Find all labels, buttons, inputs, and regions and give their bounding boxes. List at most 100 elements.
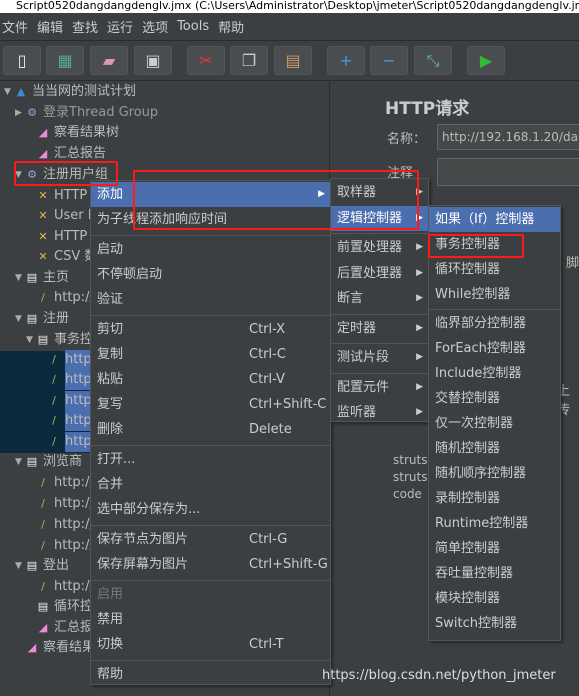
menu-item-label: Include控制器 — [435, 366, 522, 381]
tree-node[interactable]: / http:// — [26, 494, 94, 514]
menu-item[interactable]: 监听器 ▶ — [331, 400, 428, 426]
tree-node[interactable]: / http:// — [26, 473, 94, 493]
menu-item[interactable]: Runtime控制器 — [429, 511, 560, 536]
tree-node[interactable]: / http:// — [26, 515, 94, 535]
tree-node[interactable]: ▼ ▤ 事务控 — [26, 330, 93, 350]
menu-item[interactable]: 仅一次控制器 — [429, 411, 560, 436]
save-button[interactable]: ▣ — [134, 46, 172, 75]
tree-node[interactable]: ◢ 察看结果 — [15, 638, 95, 658]
menu-item[interactable]: 启动 — [91, 237, 330, 262]
menu-item[interactable]: 前置处理器 ▶ — [331, 235, 428, 261]
tree-node[interactable]: ▼ ▤ 主页 — [15, 268, 69, 288]
tree-node[interactable]: / http: — [37, 350, 97, 370]
tree-node[interactable]: / http:// — [26, 288, 94, 308]
tree-node[interactable]: ▤ 循环控 — [26, 597, 93, 617]
menu-2[interactable]: 查找 — [72, 17, 98, 36]
tree-node[interactable]: / http: — [37, 391, 97, 411]
templates-button[interactable]: ▦ — [46, 46, 84, 75]
tree-node[interactable]: / http: — [37, 411, 97, 431]
menu-item[interactable]: 如果（If）控制器 — [429, 207, 560, 232]
tree-node[interactable]: / http:// — [26, 577, 94, 597]
menu-item[interactable]: 临界部分控制器 — [429, 311, 560, 336]
copy-button[interactable]: ❐ — [230, 46, 268, 75]
start-icon: ▶ — [479, 51, 493, 70]
menu-4[interactable]: 选项 — [142, 17, 168, 36]
menu-item[interactable]: 断言 ▶ — [331, 286, 428, 312]
menu-item[interactable]: ForEach控制器 — [429, 336, 560, 361]
menu-separator — [331, 372, 428, 374]
controller-icon: ▤ — [26, 312, 38, 325]
tree-node[interactable]: ◢ 汇总报 — [26, 618, 93, 638]
tree-node[interactable]: / http: — [37, 432, 97, 452]
menu-item[interactable]: 定时器 ▶ — [331, 316, 428, 342]
menu-item[interactable]: 复制 Ctrl-C — [91, 342, 330, 367]
menu-item[interactable]: 保存节点为图片 Ctrl-G — [91, 527, 330, 552]
menu-item[interactable]: 粘贴 Ctrl-V — [91, 367, 330, 392]
menu-item-label: 剪切 — [97, 322, 124, 337]
menu-item[interactable]: 模块控制器 — [429, 586, 560, 611]
tree-node[interactable]: ▶ ⚙ 登录Thread Group — [15, 103, 158, 123]
tree-node[interactable]: ✕ HTTP — [26, 186, 87, 206]
tree-node[interactable]: ▼ ▤ 浏览商 — [15, 452, 82, 472]
open-button[interactable]: ▰ — [90, 46, 128, 75]
menu-item[interactable]: 交替控制器 — [429, 386, 560, 411]
menu-item[interactable]: 启用 — [91, 582, 330, 607]
menu-item[interactable]: 选中部分保存为... — [91, 497, 330, 522]
tree-node[interactable]: ▼ ▲ 当当网的测试计划 — [4, 82, 136, 102]
menu-1[interactable]: 编辑 — [37, 17, 63, 36]
menu-item[interactable]: 吞吐量控制器 — [429, 561, 560, 586]
sampler-icon: / — [41, 580, 45, 593]
cut-button[interactable]: ✂ — [187, 46, 225, 75]
menu-item[interactable]: 随机顺序控制器 — [429, 461, 560, 486]
tree-node[interactable]: ◢ 察看结果树 — [26, 123, 119, 143]
menu-6[interactable]: 帮助 — [218, 17, 244, 36]
menu-item[interactable]: 打开... — [91, 447, 330, 472]
menu-item-label: 打开... — [97, 452, 136, 467]
controller-icon: ▤ — [26, 271, 38, 284]
new-button[interactable]: ▯ — [3, 46, 41, 75]
tree-node-label: 循环控 — [54, 599, 94, 614]
expand-arrow-icon: ▼ — [26, 335, 33, 345]
window-title: Script0520dangdangdenglv.jmx (C:\Users\A… — [0, 0, 579, 13]
menu-item[interactable]: 删除 Delete — [91, 417, 330, 442]
expand-button[interactable]: + — [327, 46, 365, 75]
name-input[interactable]: http://192.168.1.20/dan — [437, 124, 579, 150]
menu-5[interactable]: Tools — [177, 19, 209, 34]
paste-button[interactable]: ▤ — [274, 46, 312, 75]
menu-item[interactable]: 测试片段 ▶ — [331, 345, 428, 371]
menu-item[interactable]: 帮助 — [91, 662, 330, 687]
menu-item[interactable]: 复写 Ctrl+Shift-C — [91, 392, 330, 417]
menu-item[interactable]: 循环控制器 — [429, 257, 560, 282]
menu-3[interactable]: 运行 — [107, 17, 133, 36]
tree-node[interactable]: ✕ CSV 数 — [26, 247, 97, 267]
menu-item[interactable]: 剪切 Ctrl-X — [91, 317, 330, 342]
start-button[interactable]: ▶ — [467, 46, 505, 75]
menu-item[interactable]: 录制控制器 — [429, 486, 560, 511]
collapse-button[interactable]: − — [370, 46, 408, 75]
menu-0[interactable]: 文件 — [2, 17, 28, 36]
tree-node[interactable]: / http:// — [26, 536, 94, 556]
tree-node[interactable]: ▼ ▤ 注册 — [15, 309, 69, 329]
menu-item[interactable]: 切换 Ctrl-T — [91, 632, 330, 657]
menu-item[interactable]: 配置元件 ▶ — [331, 375, 428, 401]
menu-item[interactable]: 验证 — [91, 287, 330, 312]
toggle-icon: ⤡ — [426, 50, 440, 70]
menu-item[interactable]: 禁用 — [91, 607, 330, 632]
tree-node[interactable]: ✕ HTTP — [26, 227, 87, 247]
menu-item[interactable]: 不停顿启动 — [91, 262, 330, 287]
menu-item-label: 合并 — [97, 477, 124, 492]
menu-item[interactable]: 后置处理器 ▶ — [331, 261, 428, 287]
toggle-button[interactable]: ⤡ — [414, 46, 452, 75]
tree-node[interactable]: ✕ User D — [26, 206, 97, 226]
menu-item[interactable]: 合并 — [91, 472, 330, 497]
menu-item[interactable]: 保存屏幕为图片 Ctrl+Shift-G — [91, 552, 330, 577]
menu-item[interactable]: Switch控制器 — [429, 611, 560, 636]
menu-separator — [91, 444, 330, 446]
menu-item[interactable]: While控制器 — [429, 282, 560, 307]
menu-item[interactable]: Include控制器 — [429, 361, 560, 386]
tree-node[interactable]: ▼ ▤ 登出 — [15, 556, 69, 576]
menu-item[interactable]: 简单控制器 — [429, 536, 560, 561]
comment-input[interactable] — [437, 158, 579, 186]
menu-item[interactable]: 随机控制器 — [429, 436, 560, 461]
tree-node[interactable]: / http: — [37, 370, 97, 390]
